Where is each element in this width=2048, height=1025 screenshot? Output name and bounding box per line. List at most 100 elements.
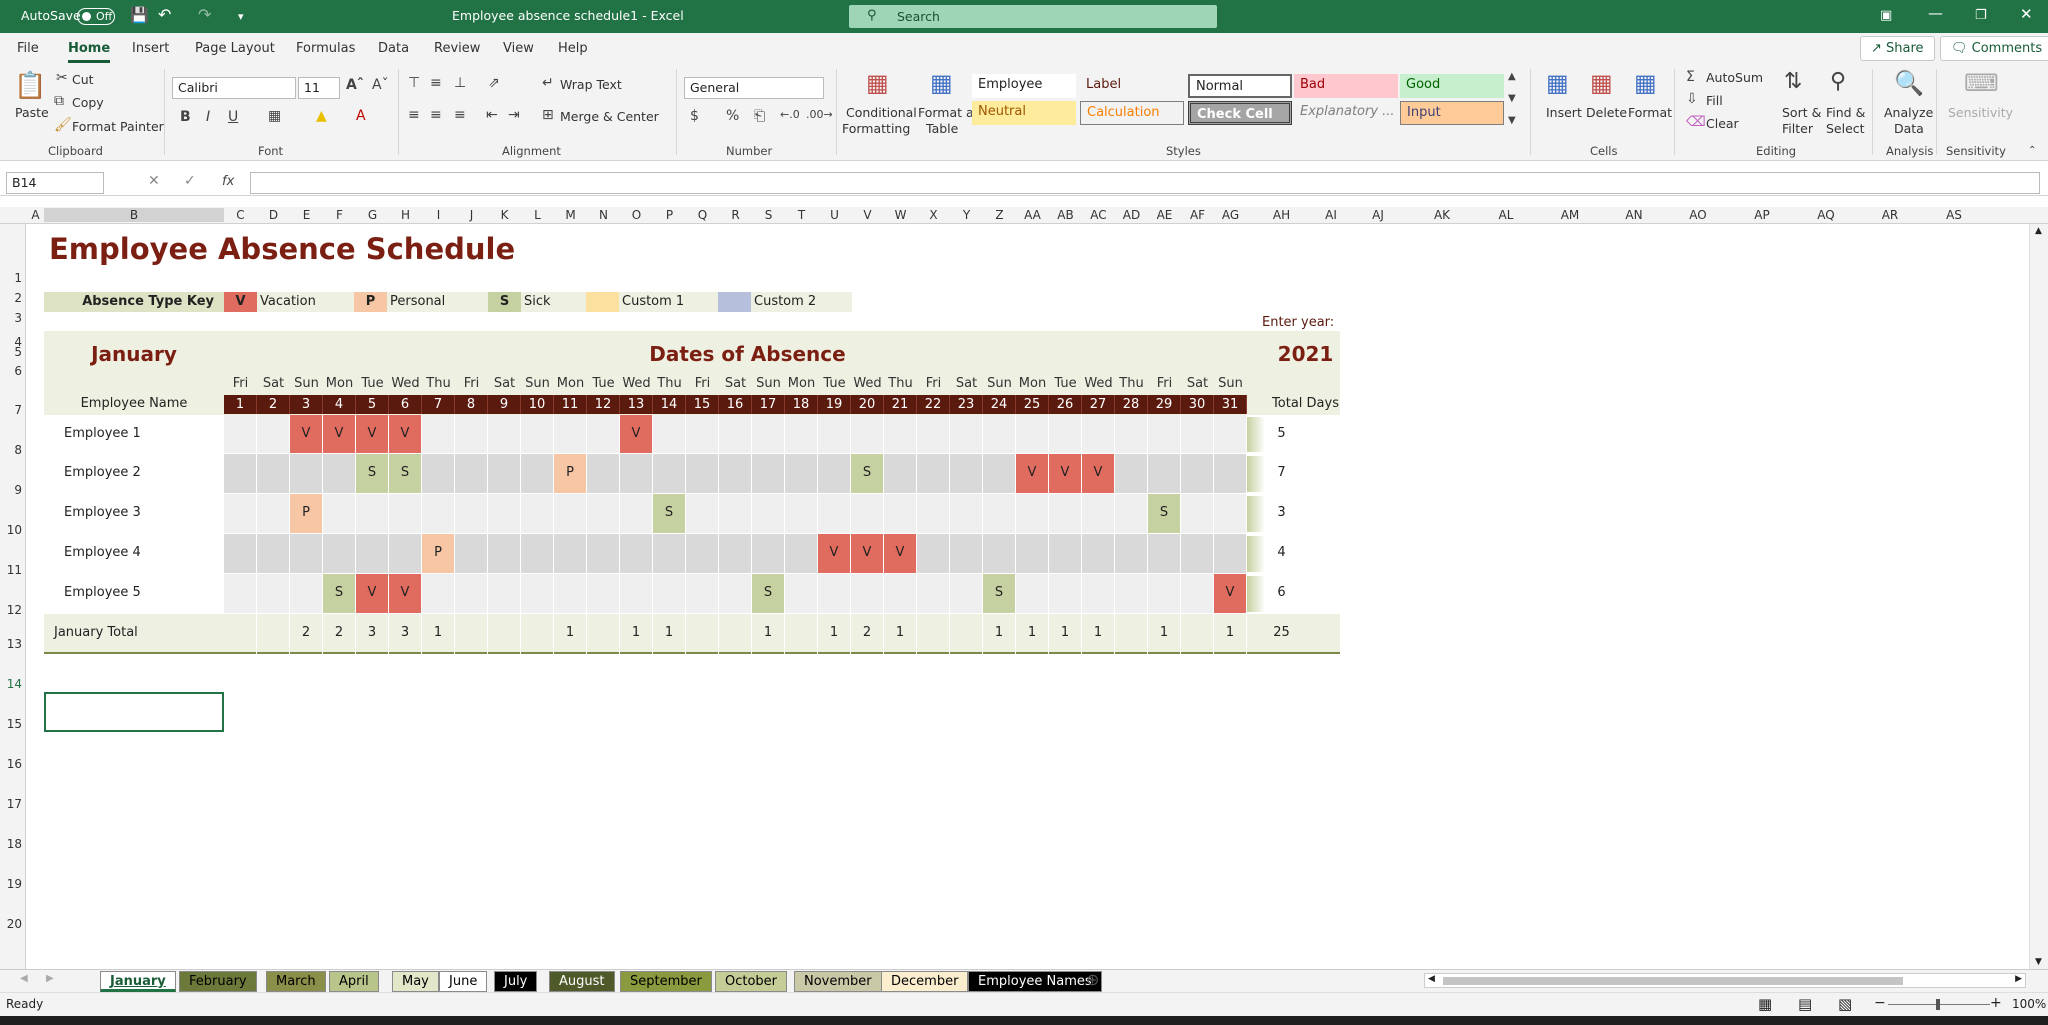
sheet-tab-june[interactable]: June bbox=[439, 971, 488, 992]
column-header-b[interactable]: B bbox=[44, 208, 224, 222]
column-header-ac[interactable]: AC bbox=[1082, 208, 1115, 222]
absence-cell[interactable]: V bbox=[1049, 454, 1082, 494]
absence-cell[interactable] bbox=[1181, 415, 1214, 454]
absence-cell[interactable] bbox=[521, 534, 554, 574]
cell-style-explanatory-[interactable]: Explanatory ... bbox=[1294, 101, 1398, 125]
absence-cell[interactable]: V bbox=[356, 574, 389, 614]
copy-button[interactable]: Copy bbox=[72, 95, 104, 110]
align-left-icon[interactable]: ≡ bbox=[408, 107, 420, 123]
absence-cell[interactable] bbox=[356, 494, 389, 534]
absence-cell[interactable] bbox=[587, 534, 620, 574]
row-header-10[interactable]: 10 bbox=[0, 523, 22, 537]
column-header-as[interactable]: AS bbox=[1922, 208, 1986, 222]
cell-style-bad[interactable]: Bad bbox=[1294, 74, 1398, 98]
absence-cell[interactable]: V bbox=[1214, 574, 1247, 614]
confirm-entry-icon[interactable]: ✓ bbox=[184, 173, 196, 189]
column-header-p[interactable]: P bbox=[653, 208, 686, 222]
sheet-tab-february[interactable]: February bbox=[179, 971, 257, 992]
absence-cell[interactable] bbox=[455, 574, 488, 614]
absence-cell[interactable] bbox=[719, 494, 752, 534]
absence-cell[interactable] bbox=[752, 534, 785, 574]
absence-cell[interactable] bbox=[785, 534, 818, 574]
absence-cell[interactable] bbox=[488, 534, 521, 574]
absence-cell[interactable]: S bbox=[323, 574, 356, 614]
absence-cell[interactable]: S bbox=[356, 454, 389, 494]
menu-formulas[interactable]: Formulas bbox=[296, 41, 355, 56]
top-align-icon[interactable]: ⊤ bbox=[408, 75, 420, 91]
absence-cell[interactable] bbox=[224, 494, 257, 534]
menu-page-layout[interactable]: Page Layout bbox=[195, 41, 275, 56]
row-header-12[interactable]: 12 bbox=[0, 603, 22, 617]
absence-cell[interactable] bbox=[983, 534, 1016, 574]
absence-cell[interactable] bbox=[917, 574, 950, 614]
absence-cell[interactable] bbox=[455, 534, 488, 574]
font-color-icon[interactable]: A bbox=[356, 108, 366, 124]
sheet-tab-october[interactable]: October bbox=[715, 971, 788, 992]
horizontal-scrollbar[interactable]: ◀ ▶ bbox=[1424, 973, 2026, 988]
column-header-af[interactable]: AF bbox=[1181, 208, 1214, 222]
absence-cell[interactable] bbox=[1082, 494, 1115, 534]
absence-cell[interactable] bbox=[719, 454, 752, 494]
absence-cell[interactable] bbox=[752, 454, 785, 494]
absence-cell[interactable]: S bbox=[752, 574, 785, 614]
sheet-tab-july[interactable]: July bbox=[494, 971, 538, 992]
absence-cell[interactable] bbox=[818, 494, 851, 534]
absence-cell[interactable] bbox=[1214, 534, 1247, 574]
absence-cell[interactable] bbox=[257, 454, 290, 494]
absence-cell[interactable] bbox=[1049, 574, 1082, 614]
column-header-ae[interactable]: AE bbox=[1148, 208, 1181, 222]
absence-cell[interactable] bbox=[1148, 454, 1181, 494]
row-header-14[interactable]: 14 bbox=[0, 677, 22, 691]
absence-cell[interactable] bbox=[884, 415, 917, 454]
absence-cell[interactable] bbox=[554, 494, 587, 534]
decrease-font-icon[interactable]: Aˇ bbox=[372, 77, 389, 93]
styles-more-icon[interactable]: ▼ bbox=[1508, 115, 1516, 126]
absence-cell[interactable] bbox=[785, 454, 818, 494]
menu-view[interactable]: View bbox=[503, 41, 534, 56]
column-header-ak[interactable]: AK bbox=[1410, 208, 1474, 222]
zoom-in-icon[interactable]: + bbox=[1990, 995, 2002, 1011]
normal-view-icon[interactable]: ▦ bbox=[1758, 995, 1772, 1013]
employee-name[interactable]: Employee 4 bbox=[44, 534, 224, 574]
autosave-toggle[interactable]: Off bbox=[77, 8, 115, 25]
align-center-icon[interactable]: ≡ bbox=[430, 107, 442, 123]
cell-style-normal[interactable]: Normal bbox=[1188, 74, 1292, 98]
absence-cell[interactable] bbox=[554, 415, 587, 454]
absence-cell[interactable] bbox=[587, 415, 620, 454]
cell-style-neutral[interactable]: Neutral bbox=[972, 101, 1076, 125]
increase-indent-icon[interactable]: ⇥ bbox=[508, 107, 520, 123]
new-sheet-icon[interactable]: ⊕ bbox=[1086, 970, 1099, 989]
bold-icon[interactable]: B bbox=[180, 109, 191, 125]
clear-button[interactable]: Clear bbox=[1706, 116, 1739, 131]
row-header-2[interactable]: 2 bbox=[0, 291, 22, 305]
scroll-up-icon[interactable]: ▲ bbox=[2035, 226, 2042, 236]
absence-cell[interactable] bbox=[356, 534, 389, 574]
worksheet-grid[interactable]: Employee Absence Schedule Absence Type K… bbox=[27, 224, 2027, 969]
column-header-ap[interactable]: AP bbox=[1730, 208, 1794, 222]
absence-cell[interactable]: P bbox=[554, 454, 587, 494]
sheet-tab-november[interactable]: November bbox=[794, 971, 882, 992]
absence-cell[interactable] bbox=[521, 574, 554, 614]
tab-scroll-left-icon[interactable]: ◀ bbox=[20, 973, 28, 984]
menu-data[interactable]: Data bbox=[378, 41, 409, 56]
absence-cell[interactable] bbox=[488, 494, 521, 534]
absence-cell[interactable] bbox=[917, 494, 950, 534]
increase-font-icon[interactable]: Aˆ bbox=[346, 77, 364, 93]
absence-cell[interactable] bbox=[257, 494, 290, 534]
currency-icon[interactable]: $ bbox=[690, 108, 699, 124]
absence-cell[interactable] bbox=[1181, 494, 1214, 534]
absence-cell[interactable] bbox=[785, 415, 818, 454]
column-header-ai[interactable]: AI bbox=[1316, 208, 1346, 222]
absence-cell[interactable]: V bbox=[290, 415, 323, 454]
absence-cell[interactable] bbox=[785, 494, 818, 534]
tab-scroll-right-icon[interactable]: ▶ bbox=[46, 973, 54, 984]
format-painter-button[interactable]: Format Painter bbox=[72, 119, 164, 134]
absence-cell[interactable] bbox=[653, 574, 686, 614]
absence-cell[interactable]: V bbox=[1016, 454, 1049, 494]
absence-cell[interactable] bbox=[1082, 415, 1115, 454]
minimize-icon[interactable]: — bbox=[1928, 4, 1943, 22]
absence-cell[interactable] bbox=[752, 494, 785, 534]
fill-button[interactable]: Fill bbox=[1706, 93, 1723, 108]
column-header-h[interactable]: H bbox=[389, 208, 422, 222]
font-name-select[interactable]: Calibri bbox=[172, 77, 296, 99]
